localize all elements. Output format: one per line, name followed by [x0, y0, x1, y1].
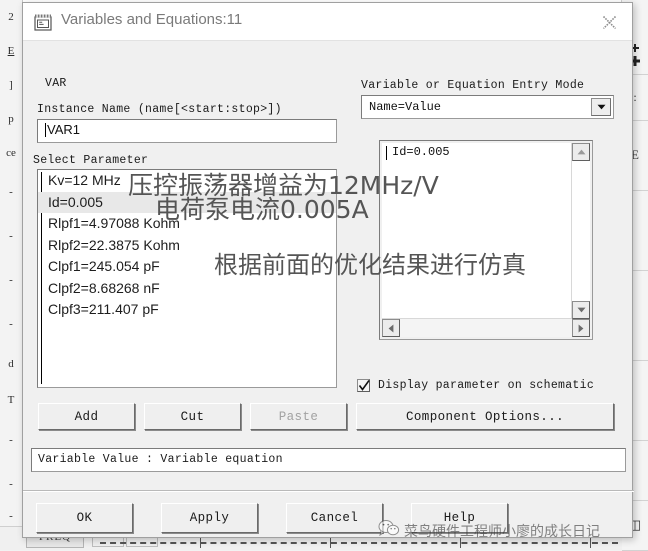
background-left-cell: ce — [0, 136, 22, 171]
background-left-cell: p — [0, 102, 22, 137]
add-button[interactable]: Add — [38, 403, 135, 430]
text-caret — [386, 146, 387, 160]
cancel-button[interactable]: Cancel — [286, 503, 383, 533]
component-options-button[interactable]: Component Options... — [356, 403, 614, 430]
entry-mode-value: Name=Value — [369, 100, 442, 114]
background-left-cell: d — [0, 346, 22, 383]
list-item[interactable]: Clpf2=8.68268 nF — [38, 278, 336, 300]
dialog-body: VAR Instance Name (name[<start:stop>]) V… — [23, 41, 634, 537]
background-left-cell: - — [0, 506, 22, 527]
ok-button[interactable]: OK — [36, 503, 133, 533]
list-item[interactable]: Id=0.005 — [38, 191, 336, 213]
scroll-right-icon[interactable] — [572, 319, 590, 337]
background-left-cell: - — [0, 258, 22, 303]
equation-text-content[interactable]: Id=0.005 — [382, 143, 572, 319]
text-caret — [45, 123, 46, 137]
select-parameter-label: Select Parameter — [33, 154, 149, 167]
background-left-cell: - — [0, 418, 22, 463]
instance-name-label: Instance Name (name[<start:stop>]) — [37, 103, 282, 116]
instance-name-value: VAR1 — [47, 122, 80, 137]
dialog-titlebar: Variables and Equations:11 — [23, 3, 632, 41]
background-left-cell: T — [0, 382, 22, 419]
equation-value: Id=0.005 — [392, 145, 450, 159]
separator — [23, 490, 634, 492]
list-item[interactable]: Clpf3=211.407 pF — [38, 299, 336, 321]
scroll-down-icon[interactable] — [572, 301, 590, 319]
background-ruler-tick — [200, 538, 201, 548]
background-left-cell: - — [0, 462, 22, 507]
background-ruler-tick — [330, 538, 331, 548]
equation-textarea[interactable]: Id=0.005 — [379, 140, 593, 340]
close-icon[interactable] — [586, 3, 632, 41]
parameter-listbox[interactable]: Kv=12 MHz Id=0.005 Rlpf1=4.97088 Kohm Rl… — [37, 169, 337, 388]
list-item[interactable]: Rlpf1=4.97088 Kohm — [38, 213, 336, 235]
background-left-cell: ] — [0, 68, 22, 103]
apply-button[interactable]: Apply — [161, 503, 258, 533]
paste-button[interactable]: Paste — [250, 403, 347, 430]
list-item[interactable]: Kv=12 MHz — [38, 170, 336, 192]
background-ruler-tick — [460, 538, 461, 548]
background-dashed-rule — [100, 542, 618, 544]
background-left-cell: E — [0, 34, 22, 69]
display-parameter-checkbox[interactable]: Display parameter on schematic — [357, 379, 594, 392]
instance-name-input[interactable]: VAR1 — [37, 119, 337, 143]
scroll-up-icon[interactable] — [572, 143, 590, 161]
status-bar: Variable Value : Variable equation — [31, 448, 626, 472]
background-left-cell: - — [0, 214, 22, 259]
checkbox-box[interactable] — [357, 379, 370, 392]
variables-equations-icon — [34, 13, 52, 31]
dialog-title: Variables and Equations:11 — [61, 11, 243, 28]
background-left-toolbar: 2 E ] p ce - - - - d T - - - — [0, 0, 23, 550]
display-parameter-label: Display parameter on schematic — [378, 379, 595, 392]
background-left-cell: 2 — [0, 0, 22, 35]
entry-mode-select[interactable]: Name=Value — [361, 95, 614, 119]
list-item[interactable]: Clpf1=245.054 pF — [38, 256, 336, 278]
background-left-cell: - — [0, 302, 22, 347]
variables-and-equations-dialog: Variables and Equations:11 VAR Instance … — [22, 2, 634, 538]
vertical-scrollbar-track[interactable] — [571, 143, 590, 319]
entry-mode-label: Variable or Equation Entry Mode — [361, 79, 585, 92]
help-button[interactable]: Help — [411, 503, 508, 533]
scroll-left-icon[interactable] — [382, 319, 400, 337]
horizontal-scrollbar-track[interactable] — [382, 318, 572, 337]
background-left-cell: - — [0, 170, 22, 215]
cut-button[interactable]: Cut — [144, 403, 241, 430]
var-group-label: VAR — [45, 77, 67, 90]
chevron-down-icon[interactable] — [591, 98, 611, 116]
background-ruler-tick — [590, 538, 591, 548]
list-item[interactable]: Rlpf2=22.3875 Kohm — [38, 235, 336, 257]
